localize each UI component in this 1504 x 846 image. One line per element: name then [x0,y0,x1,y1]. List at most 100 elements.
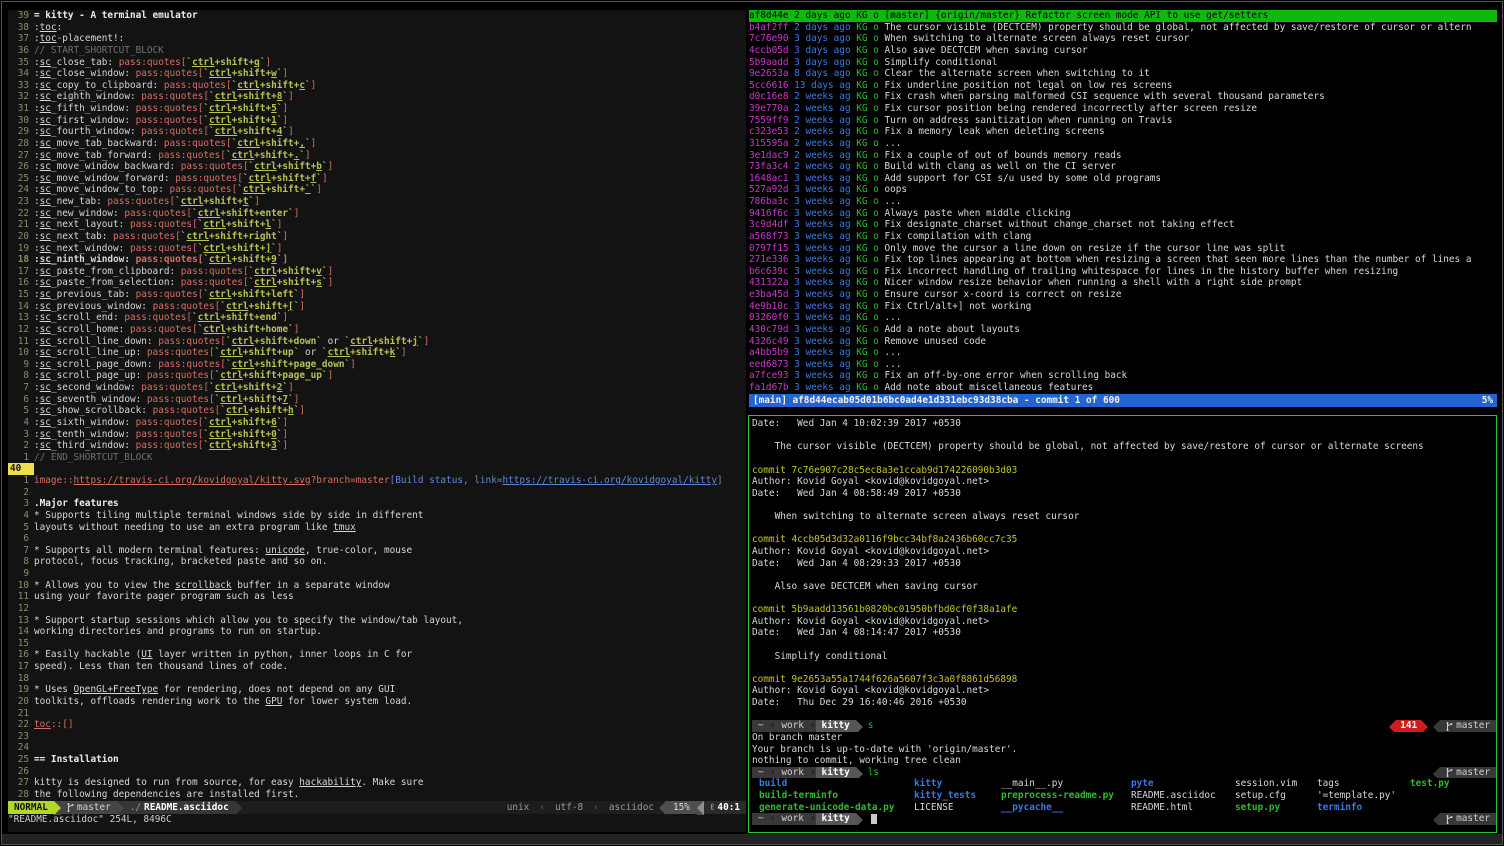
commit-detail-line: Author: Kovid Goyal <kovid@kovidgoyal.ne… [752,616,1496,628]
commit-row[interactable]: d0c16e8 2 weeks ag KG o Fix crash when p… [749,91,1497,103]
statusline-separator: ‹ [588,801,604,814]
commit-row[interactable]: 5cc6616 13 days ag KG o Fix underline_po… [749,80,1497,92]
vim-line: 6:sc_seventh_window: pass:quotes[`ctrl+s… [8,394,746,406]
commit-row[interactable]: a7fce93 3 weeks ag KG o Fix an off-by-on… [749,370,1497,382]
commit-row[interactable]: 0797f15 3 weeks ag KG o Only move the cu… [749,243,1497,255]
line-number: 21 [8,708,34,720]
tig-status-text: [main] af8d44ecab05d01b6bc0ad4e1d331ebc9… [753,394,1120,407]
vim-line: 13:sc_scroll_end: pass:quotes[`ctrl+shif… [8,312,746,324]
vim-line: 39= kitty - A terminal emulator [8,10,746,22]
shell-prompt[interactable]: ~›work›kittymaster [752,813,1496,825]
commit-row[interactable]: 4e9b10c 3 weeks ag KG o Fix Ctrl/alt+] n… [749,301,1497,313]
commit-row[interactable]: 430c79d 3 weeks ag KG o Add a note about… [749,324,1497,336]
line-number: 18 [8,673,34,685]
vim-line: 1// END_SHORTCUT_BLOCK [8,452,746,464]
commit-row[interactable]: 3e1dac9 2 weeks ag KG o Fix a couple of … [749,150,1497,162]
line-number: 31 [8,103,34,115]
prompt-right-status: master [1433,813,1496,825]
vim-line: 30:sc_first_window: pass:quotes[`ctrl+sh… [8,115,746,127]
line-number: 19 [8,684,34,696]
line-number: 10 [8,347,34,359]
vim-line: 18:sc_ninth_window: pass:quotes[`ctrl+sh… [8,254,746,266]
vim-line: 10* Allows you to view the scrollback bu… [8,580,746,592]
exit-code-badge: 141 [1396,720,1421,732]
tig-status-bar: [main] af8d44ecab05d01b6bc0ad4e1d331ebc9… [749,394,1497,407]
commit-row[interactable]: c323e53 2 weeks ag KG o Fix a memory lea… [749,126,1497,138]
commit-row[interactable]: a568f73 3 weeks ag KG o Fix compilation … [749,231,1497,243]
commit-hash-line: commit 5b9aadd13561b0820bc01950bfbd0cf0f… [752,604,1496,616]
vim-editor-pane[interactable]: 39= kitty - A terminal emulator38:toc:37… [8,10,746,832]
executable-entry: setup.py [1235,802,1280,814]
commit-row[interactable]: 9416f6c 3 weeks ag KG o Always paste whe… [749,208,1497,220]
commit-row[interactable]: 7c76e90 3 days ago KG o When switching t… [749,33,1497,45]
vim-line: 20toolkits, offloads rendering work to t… [8,696,746,708]
line-number: 22 [8,719,34,731]
commit-row[interactable]: 9e2653a 8 days ago KG o Clear the altern… [749,68,1497,80]
commit-row[interactable]: 315595a 2 weeks ag KG o ... [749,138,1497,150]
prompt-right-status: master [1433,767,1496,779]
commit-row[interactable]: 4326c49 3 weeks ag KG o Remove unused co… [749,336,1497,348]
line-number: 23 [8,196,34,208]
commit-row[interactable]: 5b9aadd 3 days ago KG o Simplify conditi… [749,57,1497,69]
commit-row[interactable]: 1648ac1 3 weeks ag KG o Add support for … [749,173,1497,185]
vim-line: 36// START_SHORTCUT_BLOCK [8,45,746,57]
vim-line: 7* Supports all modern terminal features… [8,545,746,557]
commit-row[interactable]: 4ccb05d 3 days ago KG o Also save DECTCE… [749,45,1497,57]
vim-line: 2:sc_third_window: pass:quotes[`ctrl+shi… [8,440,746,452]
commit-row[interactable]: 7559ff9 2 weeks ag KG o Turn on address … [749,115,1497,127]
command-output-line: nothing to commit, working tree clean [752,755,1496,767]
vim-line: 18 [8,673,746,685]
commit-row[interactable]: eed6873 3 weeks ag KG o ... [749,359,1497,371]
line-number: 21 [8,219,34,231]
line-number-icon: ℓ [710,801,715,814]
commit-row[interactable]: a4bb5b9 3 weeks ag KG o ... [749,347,1497,359]
vim-line: 21:sc_next_layout: pass:quotes[`ctrl+shi… [8,219,746,231]
vim-line: 9 [8,568,746,580]
commit-detail-line: Simplify conditional [752,651,1496,663]
directory-entry: build [759,778,787,790]
vim-line: 19:sc_next_window: pass:quotes[`ctrl+shi… [8,243,746,255]
vim-line: 8protocol, focus tracking, bracketed pas… [8,556,746,568]
vim-line: 14:sc_previous_window: pass:quotes[`ctrl… [8,301,746,313]
terminal-cursor [871,814,877,824]
line-number: 2 [8,440,34,452]
line-number: 6 [8,533,34,545]
commit-row[interactable]: b6c639c 3 weeks ag KG o Fix incorrect ha… [749,266,1497,278]
commit-row[interactable]: 39e770a 2 weeks ag KG o Fix cursor posit… [749,103,1497,115]
vim-line: 4:sc_sixth_window: pass:quotes[`ctrl+shi… [8,417,746,429]
shell-prompt[interactable]: ~›work›kittylsmaster [752,767,1496,779]
line-number: 10 [8,580,34,592]
commit-detail-line: Date: Thu Dec 29 16:40:46 2016 +0530 [752,697,1496,709]
directory-entry: kitty_tests [914,790,976,802]
powerline-arrow-icon [235,801,242,815]
vim-line: 14working directories and programs to ru… [8,626,746,638]
tig-log-pane[interactable]: af8d44e 2 days ago KG o [master] {origin… [749,10,1497,408]
file-entry: setup.cfg [1235,790,1286,802]
vim-filename: ./README.asciidoc [124,801,235,814]
vim-line: 25== Installation [8,754,746,766]
commit-row[interactable]: 527a92d 3 weeks ag KG o oops [749,184,1497,196]
commit-row[interactable]: fa1d67b 3 weeks ag KG o Add note about m… [749,382,1497,394]
vim-line: 12:sc_scroll_home: pass:quotes[`ctrl+shi… [8,324,746,336]
commit-row[interactable]: 271e336 3 weeks ag KG o Fix top lines ap… [749,254,1497,266]
commit-row[interactable]: e3ba45d 3 weeks ag KG o Ensure cursor x-… [749,289,1497,301]
commit-row[interactable]: 431322a 3 weeks ag KG o Nicer window res… [749,277,1497,289]
commit-row[interactable]: 786ba3c 3 weeks ag KG o ... [749,196,1497,208]
commit-row[interactable]: 73fa3c4 2 weeks ag KG o Build with clang… [749,161,1497,173]
window-bottom-edge [2,834,1502,844]
commit-row[interactable]: b4af2ff 2 days ago KG o The cursor visib… [749,22,1497,34]
commit-row[interactable]: 03260f0 3 weeks ag KG o ... [749,312,1497,324]
prompt-path-segment: ~ [752,813,770,825]
line-number: 34 [8,68,34,80]
commit-list: af8d44e 2 days ago KG o [master] {origin… [749,10,1497,394]
shell-prompt[interactable]: ~›work›kittys141master [752,720,1496,732]
commit-detail-line: Date: Wed Jan 4 08:58:49 2017 +0530 [752,488,1496,500]
executable-entry: generate-unicode-data.py [759,802,894,814]
vim-line: 13* Support startup sessions which allow… [8,615,746,627]
git-show-terminal-pane[interactable]: Date: Wed Jan 4 10:02:39 2017 +0530 The … [748,415,1497,833]
file-entry: LICENSE [914,802,954,814]
commit-row[interactable]: af8d44e 2 days ago KG o [master] {origin… [749,10,1497,22]
prompt-path-segment: kitty [816,720,856,732]
commit-detail-line [752,709,1496,721]
commit-row[interactable]: 3c9d4df 3 weeks ag KG o Fix designate_ch… [749,219,1497,231]
